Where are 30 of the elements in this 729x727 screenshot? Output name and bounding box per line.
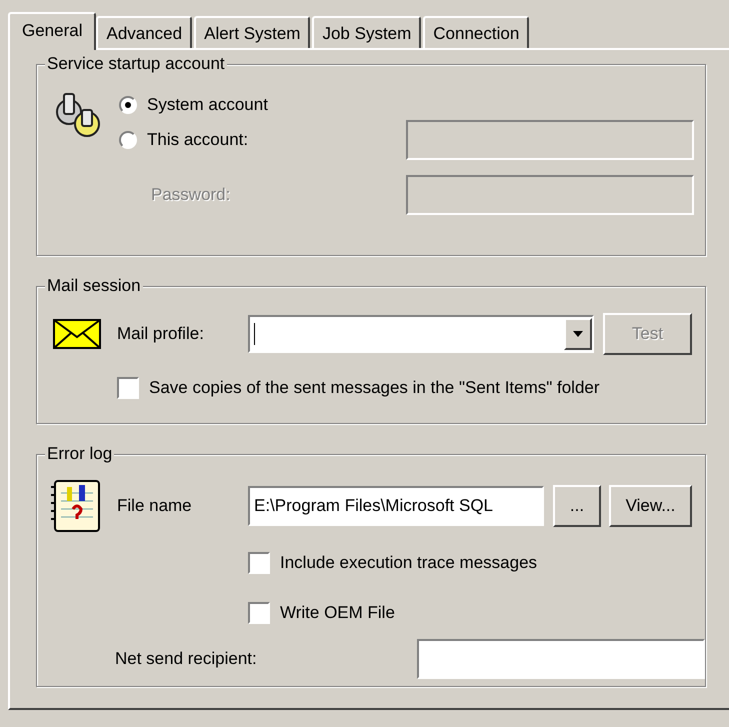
- checkbox-label: Write OEM File: [280, 603, 395, 623]
- checkbox[interactable]: [117, 377, 139, 399]
- browse-button[interactable]: ...: [553, 485, 601, 527]
- envelope-icon: [53, 319, 101, 349]
- tab[interactable]: General: [8, 12, 96, 50]
- caret-icon: [573, 331, 583, 337]
- tab[interactable]: Job System: [312, 16, 422, 48]
- tab[interactable]: Alert System: [194, 16, 310, 48]
- notebook-icon: [51, 479, 101, 533]
- group-title: Service startup account: [45, 54, 227, 74]
- file-name-field[interactable]: E:\Program Files\Microsoft SQL: [248, 486, 544, 526]
- field-label: File name: [117, 496, 193, 516]
- radio-label: System account: [147, 95, 268, 115]
- field-label: Net send recipient:: [115, 649, 257, 669]
- group-title: Error log: [45, 444, 114, 464]
- checkbox[interactable]: [248, 552, 270, 574]
- recipient-field[interactable]: [417, 639, 705, 679]
- field-label: Mail profile:: [117, 324, 205, 344]
- tab[interactable]: Advanced: [96, 16, 192, 48]
- tab[interactable]: Connection: [423, 16, 530, 48]
- radio-button[interactable]: [119, 96, 137, 114]
- profile-dropdown[interactable]: [248, 315, 594, 353]
- field-label: Password:: [151, 185, 230, 205]
- checkbox-label: Save copies of the sent messages in the "Sent Items" folder: [149, 378, 600, 398]
- checkbox-label: Include execution trace messages: [280, 553, 538, 573]
- password-field[interactable]: [406, 175, 694, 215]
- view-button[interactable]: View...: [609, 485, 692, 527]
- checkbox[interactable]: [248, 602, 270, 624]
- radio-label: This account:: [147, 130, 248, 150]
- radio-button[interactable]: [119, 131, 137, 149]
